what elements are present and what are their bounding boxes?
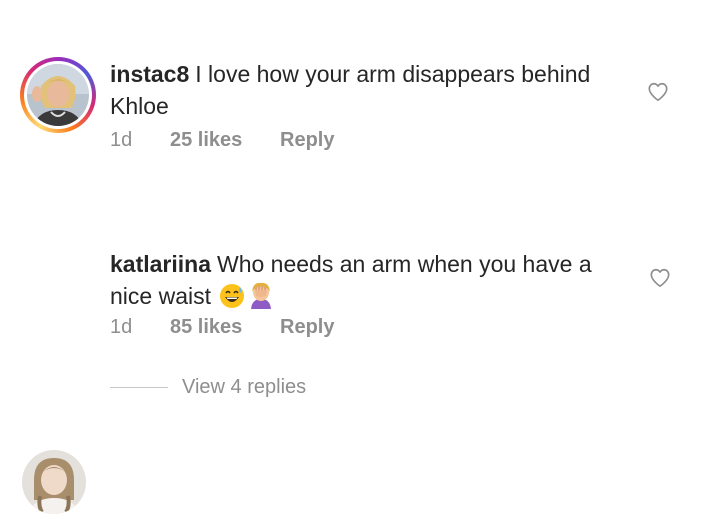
avatar[interactable]	[22, 450, 86, 514]
comment-body: katlariina Who needs an arm when you have…	[110, 248, 630, 317]
comment-username[interactable]: instac8	[110, 61, 189, 87]
comment-meta: 1d 85 likes Reply	[110, 316, 334, 339]
view-replies-label: View 4 replies	[182, 376, 307, 398]
reply-button[interactable]: Reply	[280, 129, 334, 152]
comment-item: katlariina Who needs an arm when you have…	[0, 200, 706, 514]
heart-outline-icon[interactable]	[647, 81, 669, 103]
comment-time: 1d	[110, 129, 133, 151]
replies-divider-line	[110, 387, 168, 388]
avatar-photo	[27, 64, 89, 126]
comment-item: instac8 I love how your arm disappears be…	[0, 0, 706, 200]
story-ring-avatar[interactable]	[20, 57, 96, 133]
facepalm-emoji	[247, 281, 275, 317]
reply-button[interactable]: Reply	[280, 316, 334, 339]
grinning-sweat-emoji	[219, 283, 245, 317]
view-replies-button[interactable]: View 4 replies	[110, 376, 306, 399]
comment-likes[interactable]: 85 likes	[170, 316, 280, 339]
comment-likes[interactable]: 25 likes	[170, 129, 280, 152]
comment-time: 1d	[110, 316, 133, 338]
comment-body: instac8 I love how your arm disappears be…	[110, 58, 630, 122]
comment-username[interactable]: katlariina	[110, 251, 211, 277]
comment-meta: 1d 25 likes Reply	[110, 129, 334, 152]
heart-outline-icon[interactable]	[649, 267, 671, 289]
